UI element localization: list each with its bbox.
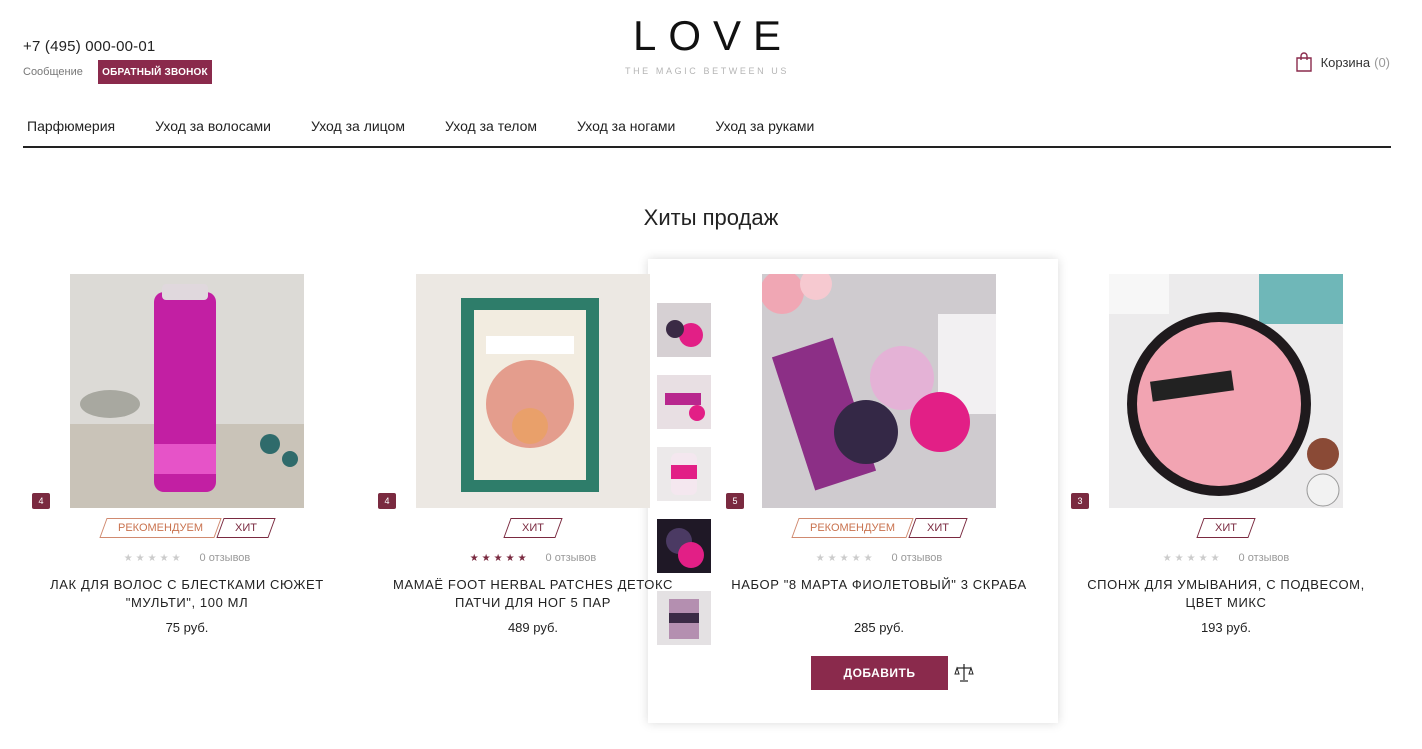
product-card[interactable]: 4 РЕКОМЕНДУЕМ ХИТ ★★★★★ 0 отзывов ЛАК ДЛ… (22, 274, 352, 635)
product-name[interactable]: СПОНЖ ДЛЯ УМЫВАНИЯ, С ПОДВЕСОМ, ЦВЕТ МИК… (1061, 576, 1391, 612)
photo-count-badge: 5 (726, 493, 744, 509)
rating-stars: ★★★★★ (123, 552, 184, 564)
reviews-count[interactable]: 0 отзывов (1239, 552, 1290, 564)
thumbnail[interactable] (657, 519, 711, 573)
recommend-label: РЕКОМЕНДУЕМ (790, 518, 914, 538)
thumbnail[interactable] (657, 447, 711, 501)
nav-item-face[interactable]: Уход за лицом (307, 112, 405, 146)
product-price: 193 руб. (1200, 620, 1252, 635)
hit-label: ХИТ (503, 518, 563, 538)
message-link[interactable]: Сообщение (23, 66, 83, 78)
compare-scales-icon[interactable] (954, 662, 974, 684)
cart-link[interactable]: Корзина (0) (1295, 52, 1390, 72)
nav-item-perfume[interactable]: Парфюмерия (23, 112, 115, 146)
thumbnail[interactable] (657, 591, 711, 645)
product-price: 489 руб. (507, 620, 559, 635)
product-image[interactable] (416, 274, 650, 508)
hit-label: ХИТ (907, 518, 968, 538)
shopping-bag-icon (1295, 52, 1312, 72)
main-nav: Парфюмерия Уход за волосами Уход за лицо… (23, 112, 1391, 148)
logo-text: LOVE (632, 12, 794, 59)
reviews-count[interactable]: 0 отзывов (546, 552, 597, 564)
rating: ★★★★★ 0 отзывов (22, 552, 352, 564)
product-card[interactable]: 5 РЕКОМЕНДУЕМ ХИТ ★★★★★ 0 отзывов НАБОР … (714, 274, 1044, 635)
recommend-label: РЕКОМЕНДУЕМ (98, 518, 222, 538)
logo-tagline: THE MAGIC BETWEEN US (624, 66, 789, 76)
product-name[interactable]: ЛАК ДЛЯ ВОЛОС С БЛЕСТКАМИ СЮЖЕТ "МУЛЬТИ"… (22, 576, 352, 612)
product-image[interactable] (1109, 274, 1343, 508)
thumbnail[interactable] (657, 303, 711, 357)
nav-item-hair[interactable]: Уход за волосами (151, 112, 271, 146)
product-name[interactable]: НАБОР "8 МАРТА ФИОЛЕТОВЫЙ" 3 СКРАБА (714, 576, 1044, 594)
section-title: Хиты продаж (643, 205, 779, 230)
nav-item-feet[interactable]: Уход за ногами (573, 112, 675, 146)
product-card[interactable]: 4 ХИТ ★★★★★ 0 отзывов МАМАЁ FOOT HERBAL … (368, 274, 698, 635)
hit-label: ХИТ (1196, 518, 1256, 538)
product-price: 75 руб. (165, 620, 209, 635)
reviews-count[interactable]: 0 отзывов (892, 552, 943, 564)
cart-count: (0) (1374, 54, 1390, 70)
rating: ★★★★★ 0 отзывов (368, 552, 698, 564)
nav-item-body[interactable]: Уход за телом (441, 112, 537, 146)
product-card[interactable]: 3 ХИТ ★★★★★ 0 отзывов СПОНЖ ДЛЯ УМЫВАНИЯ… (1061, 274, 1391, 635)
add-to-cart-button[interactable]: ДОБАВИТЬ (811, 656, 948, 690)
rating: ★★★★★ 0 отзывов (714, 552, 1044, 564)
product-image[interactable] (762, 274, 996, 508)
thumbnail[interactable] (657, 375, 711, 429)
photo-count-badge: 4 (32, 493, 50, 509)
hit-label: ХИТ (215, 518, 276, 538)
site-logo[interactable]: LOVE THE MAGIC BETWEEN US (620, 12, 794, 77)
photo-count-badge: 3 (1071, 493, 1089, 509)
rating-stars: ★★★★★ (815, 552, 876, 564)
cart-label: Корзина (1320, 54, 1371, 70)
nav-item-hands[interactable]: Уход за руками (711, 112, 814, 146)
product-image[interactable] (70, 274, 304, 508)
thumbnail-list (657, 303, 711, 663)
rating: ★★★★★ 0 отзывов (1061, 552, 1391, 564)
phone-number[interactable]: +7 (495) 000-00-01 (23, 38, 155, 55)
callback-button[interactable]: ОБРАТНЫЙ ЗВОНОК (98, 60, 212, 84)
product-name[interactable]: МАМАЁ FOOT HERBAL PATCHES ДЕТОКС ПАТЧИ Д… (368, 576, 698, 612)
rating-stars: ★★★★★ (469, 552, 530, 564)
rating-stars: ★★★★★ (1162, 552, 1223, 564)
reviews-count[interactable]: 0 отзывов (200, 552, 251, 564)
product-price: 285 руб. (853, 620, 905, 635)
photo-count-badge: 4 (378, 493, 396, 509)
